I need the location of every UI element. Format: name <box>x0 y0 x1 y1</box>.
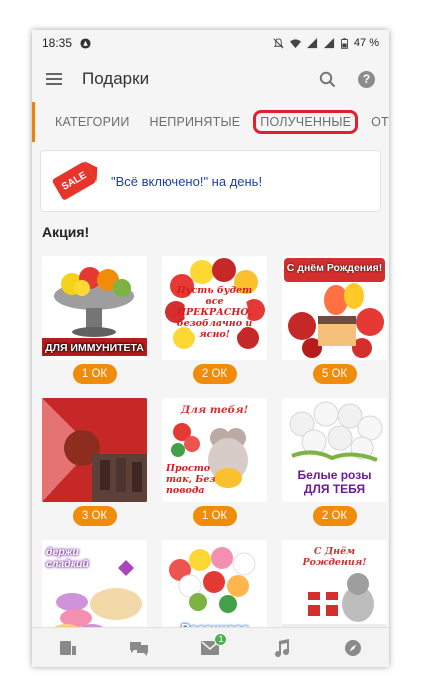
gift-item[interactable]: ДЛЯ ИММУНИТЕТА 1 ОК <box>42 256 147 384</box>
chat-bubbles-icon <box>130 641 149 656</box>
price-button[interactable]: 2 ОК <box>312 506 357 526</box>
sale-tag-icon: SALE <box>51 161 97 201</box>
gift-item[interactable]: Белые розы ДЛЯ ТЕБЯ 2 ОК <box>282 398 387 526</box>
gift-grid: ДЛЯ ИММУНИТЕТА 1 ОК Пусть будет все ПРЕК… <box>32 240 389 667</box>
gift-item[interactable]: 3 ОК <box>42 398 147 526</box>
gift-top-text: держи сладкий <box>46 546 89 570</box>
gift-caption: Просто так, Без повода <box>166 463 216 496</box>
gift-top-text: С Днём Рождения! <box>302 546 367 568</box>
price-button[interactable]: 3 ОК <box>72 506 117 526</box>
phone-screen: 18:35 47 % Подарки ? КАТЕГОРИИ НЕПРИНЯТЫ… <box>32 30 389 667</box>
gift-item[interactable]: С днём Рождения! 5 ОК <box>282 256 387 384</box>
battery-icon <box>340 37 348 49</box>
wifi-icon <box>289 38 301 48</box>
price-button[interactable]: 1 ОК <box>192 506 237 526</box>
price-button[interactable]: 1 ОК <box>72 364 117 384</box>
gift-caption: ДЛЯ ИММУНИТЕТА <box>45 342 144 354</box>
messages-badge: 1 <box>214 632 228 646</box>
gift-top-text: Для тебя! <box>180 404 249 416</box>
gift-item[interactable]: Пусть будет все ПРЕКРАСНО, безоблачно и … <box>162 256 267 384</box>
page-title: Подарки <box>82 69 150 88</box>
promo-banner[interactable]: SALE "Всё включено!" на день! <box>40 150 381 212</box>
tab-received[interactable]: ПОЛУЧЕННЫЕ <box>250 102 361 142</box>
tab-categories[interactable]: КАТЕГОРИИ <box>32 102 140 142</box>
nav-messages[interactable]: 1 <box>194 632 228 664</box>
fruit-bowl-icon: ДЛЯ ИММУНИТЕТА <box>42 256 147 360</box>
feed-icon <box>59 640 76 655</box>
section-title: Акция! <box>42 224 90 240</box>
music-note-icon <box>274 638 289 657</box>
tab-unaccepted[interactable]: НЕПРИНЯТЫЕ <box>140 102 251 142</box>
price-button[interactable]: 5 ОК <box>312 364 357 384</box>
bottom-nav: 1 <box>32 627 389 667</box>
tab-bar: КАТЕГОРИИ НЕПРИНЯТЫЕ ПОЛУЧЕННЫЕ ОТПРА <box>32 102 389 142</box>
help-icon[interactable]: ? <box>358 70 375 88</box>
promo-text: "Всё включено!" на день! <box>111 173 263 189</box>
status-time: 18:35 <box>42 36 73 50</box>
birthday-cake-icon: С днём Рождения! <box>282 256 387 360</box>
nav-feed[interactable] <box>52 632 84 664</box>
app-bar: Подарки ? <box>32 56 389 102</box>
app-notification-icon <box>80 37 91 49</box>
gift-top-text: С днём Рождения! <box>286 262 383 274</box>
nav-music[interactable] <box>266 632 298 664</box>
signal-icon-2 <box>323 37 335 48</box>
menu-icon[interactable] <box>46 73 62 85</box>
gift-item[interactable]: Для тебя! Просто так, Без повода 1 ОК <box>162 398 267 526</box>
signal-icon <box>306 37 318 48</box>
nav-discussions[interactable] <box>123 632 155 664</box>
gift-caption: Белые розы ДЛЯ ТЕБЯ <box>297 468 372 496</box>
price-button[interactable]: 2 ОК <box>192 364 237 384</box>
gift-caption: Пусть будет все ПРЕКРАСНО, безоблачно и … <box>176 285 253 340</box>
nav-explore[interactable] <box>337 632 369 664</box>
white-roses-icon: Белые розы ДЛЯ ТЕБЯ <box>282 398 387 502</box>
battery-level: 47 % <box>353 37 379 49</box>
rose-bouquet-icon: Пусть будет все ПРЕКРАСНО, безоблачно и … <box>162 256 267 360</box>
army-flag-icon <box>42 398 147 502</box>
mute-icon <box>273 37 284 48</box>
compass-icon <box>345 639 362 656</box>
tab-sent[interactable]: ОТПРА <box>361 102 389 142</box>
status-bar: 18:35 47 % <box>32 30 389 56</box>
search-icon[interactable] <box>319 71 336 88</box>
mouse-flowers-icon: Для тебя! Просто так, Без повода <box>162 398 267 502</box>
